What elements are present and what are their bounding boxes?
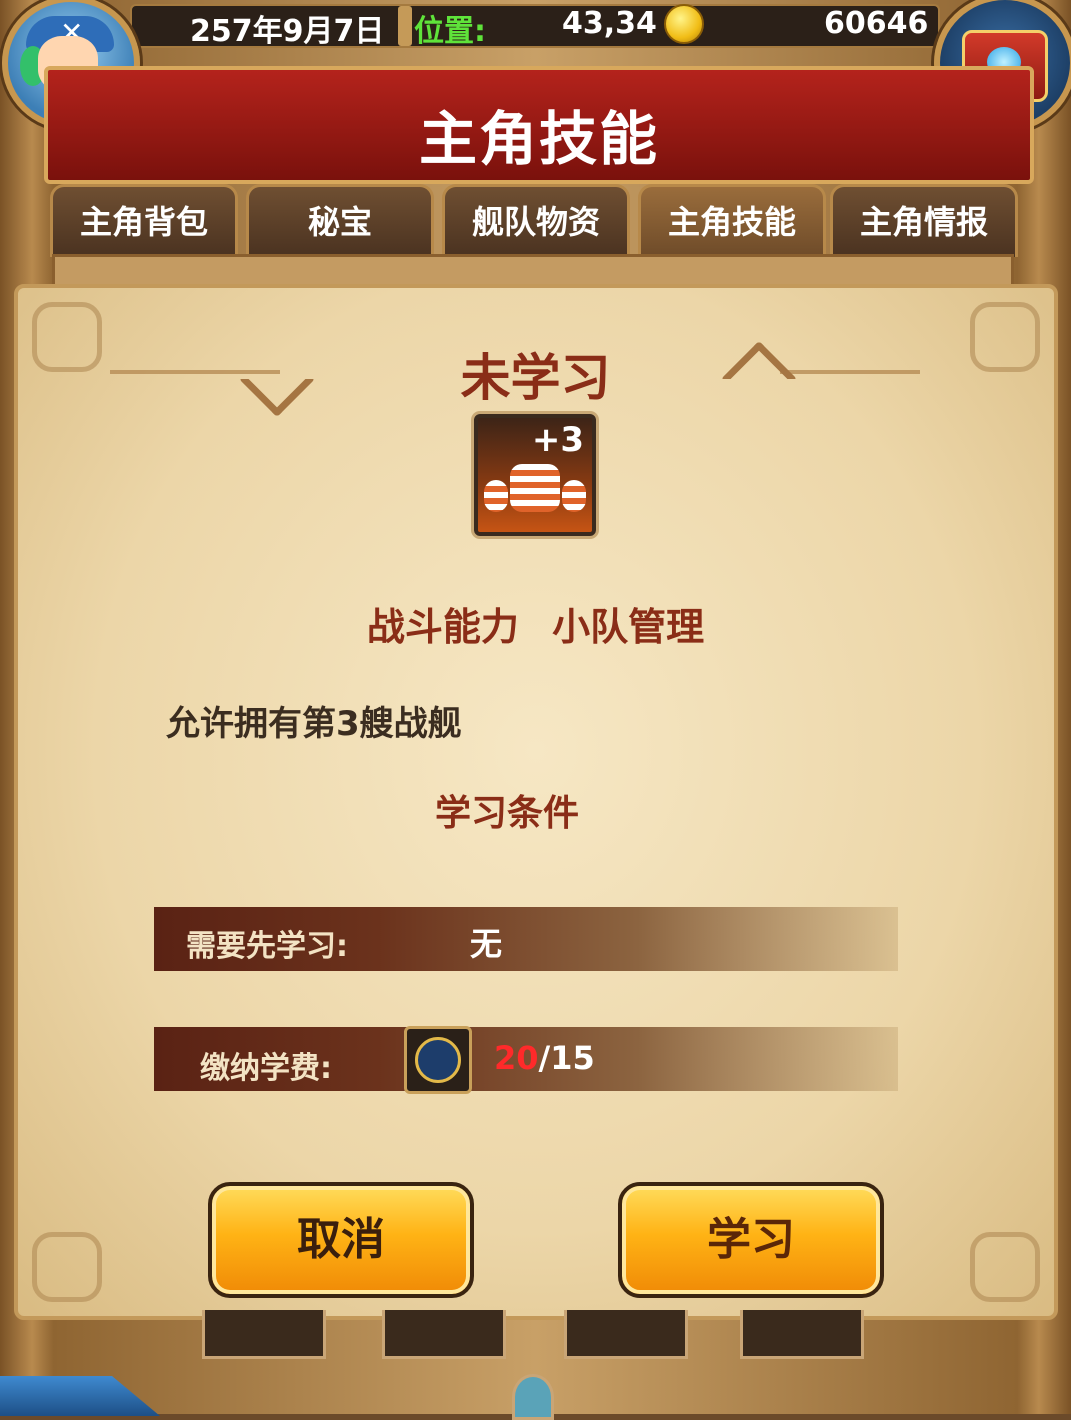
bottom-handle[interactable] [512, 1374, 554, 1420]
tab-hero-bag[interactable]: 主角背包 [50, 184, 238, 257]
fee-item-icon[interactable] [404, 1026, 472, 1094]
skill-pot-icon [510, 464, 560, 512]
tab-hero-skills[interactable]: 主角技能 [638, 184, 826, 257]
prerequisite-value: 无 [470, 925, 503, 963]
fee-required: /15 [538, 1039, 595, 1077]
fee-owned: 20 [494, 1039, 539, 1077]
game-date: 257年9月7日 [190, 14, 385, 49]
status-divider [398, 6, 412, 46]
learn-button[interactable]: 学习 [618, 1182, 884, 1298]
prerequisite-row: 需要先学习: 无 [154, 907, 898, 971]
position-label: 位置: [414, 14, 486, 49]
skill-level-badge: +3 [531, 420, 584, 460]
tab-secret-treasure[interactable]: 秘宝 [246, 184, 434, 257]
gold-coin-icon [664, 4, 704, 44]
corner-ornament [32, 1232, 102, 1302]
corner-ornament [970, 1232, 1040, 1302]
cancel-button[interactable]: 取消 [208, 1182, 474, 1298]
fee-label: 缴纳学费: [200, 1051, 332, 1086]
tab-fleet-supplies[interactable]: 舰队物资 [442, 184, 630, 257]
dock-button[interactable] [564, 1310, 688, 1359]
skill-icon: +3 [474, 414, 596, 536]
prerequisite-label: 需要先学习: [186, 929, 348, 964]
skill-status: 未学习 [460, 349, 611, 407]
gold-amount: 60646 [824, 6, 929, 41]
tab-hero-intel[interactable]: 主角情报 [830, 184, 1018, 257]
skill-pot-icon [484, 480, 508, 512]
skill-description: 允许拥有第3艘战舰 [166, 704, 462, 744]
skill-name: 战斗能力 小队管理 [366, 605, 705, 649]
page-title: 主角技能 [418, 105, 659, 173]
dock-button[interactable] [740, 1310, 864, 1359]
fee-row: 缴纳学费: 20/15 [154, 1027, 898, 1091]
dock-button[interactable] [202, 1310, 326, 1359]
dock-button[interactable] [382, 1310, 506, 1359]
position-value: 43,34 [562, 6, 657, 41]
conditions-title: 学习条件 [434, 793, 579, 834]
wing-token-icon [415, 1037, 461, 1083]
tab-bar: 主角背包 秘宝 舰队物资 主角技能 主角情报 [50, 184, 1018, 257]
title-banner: 主角技能 [44, 66, 1034, 184]
fee-value: 20/15 [494, 1039, 595, 1077]
skill-pot-icon [562, 480, 586, 512]
